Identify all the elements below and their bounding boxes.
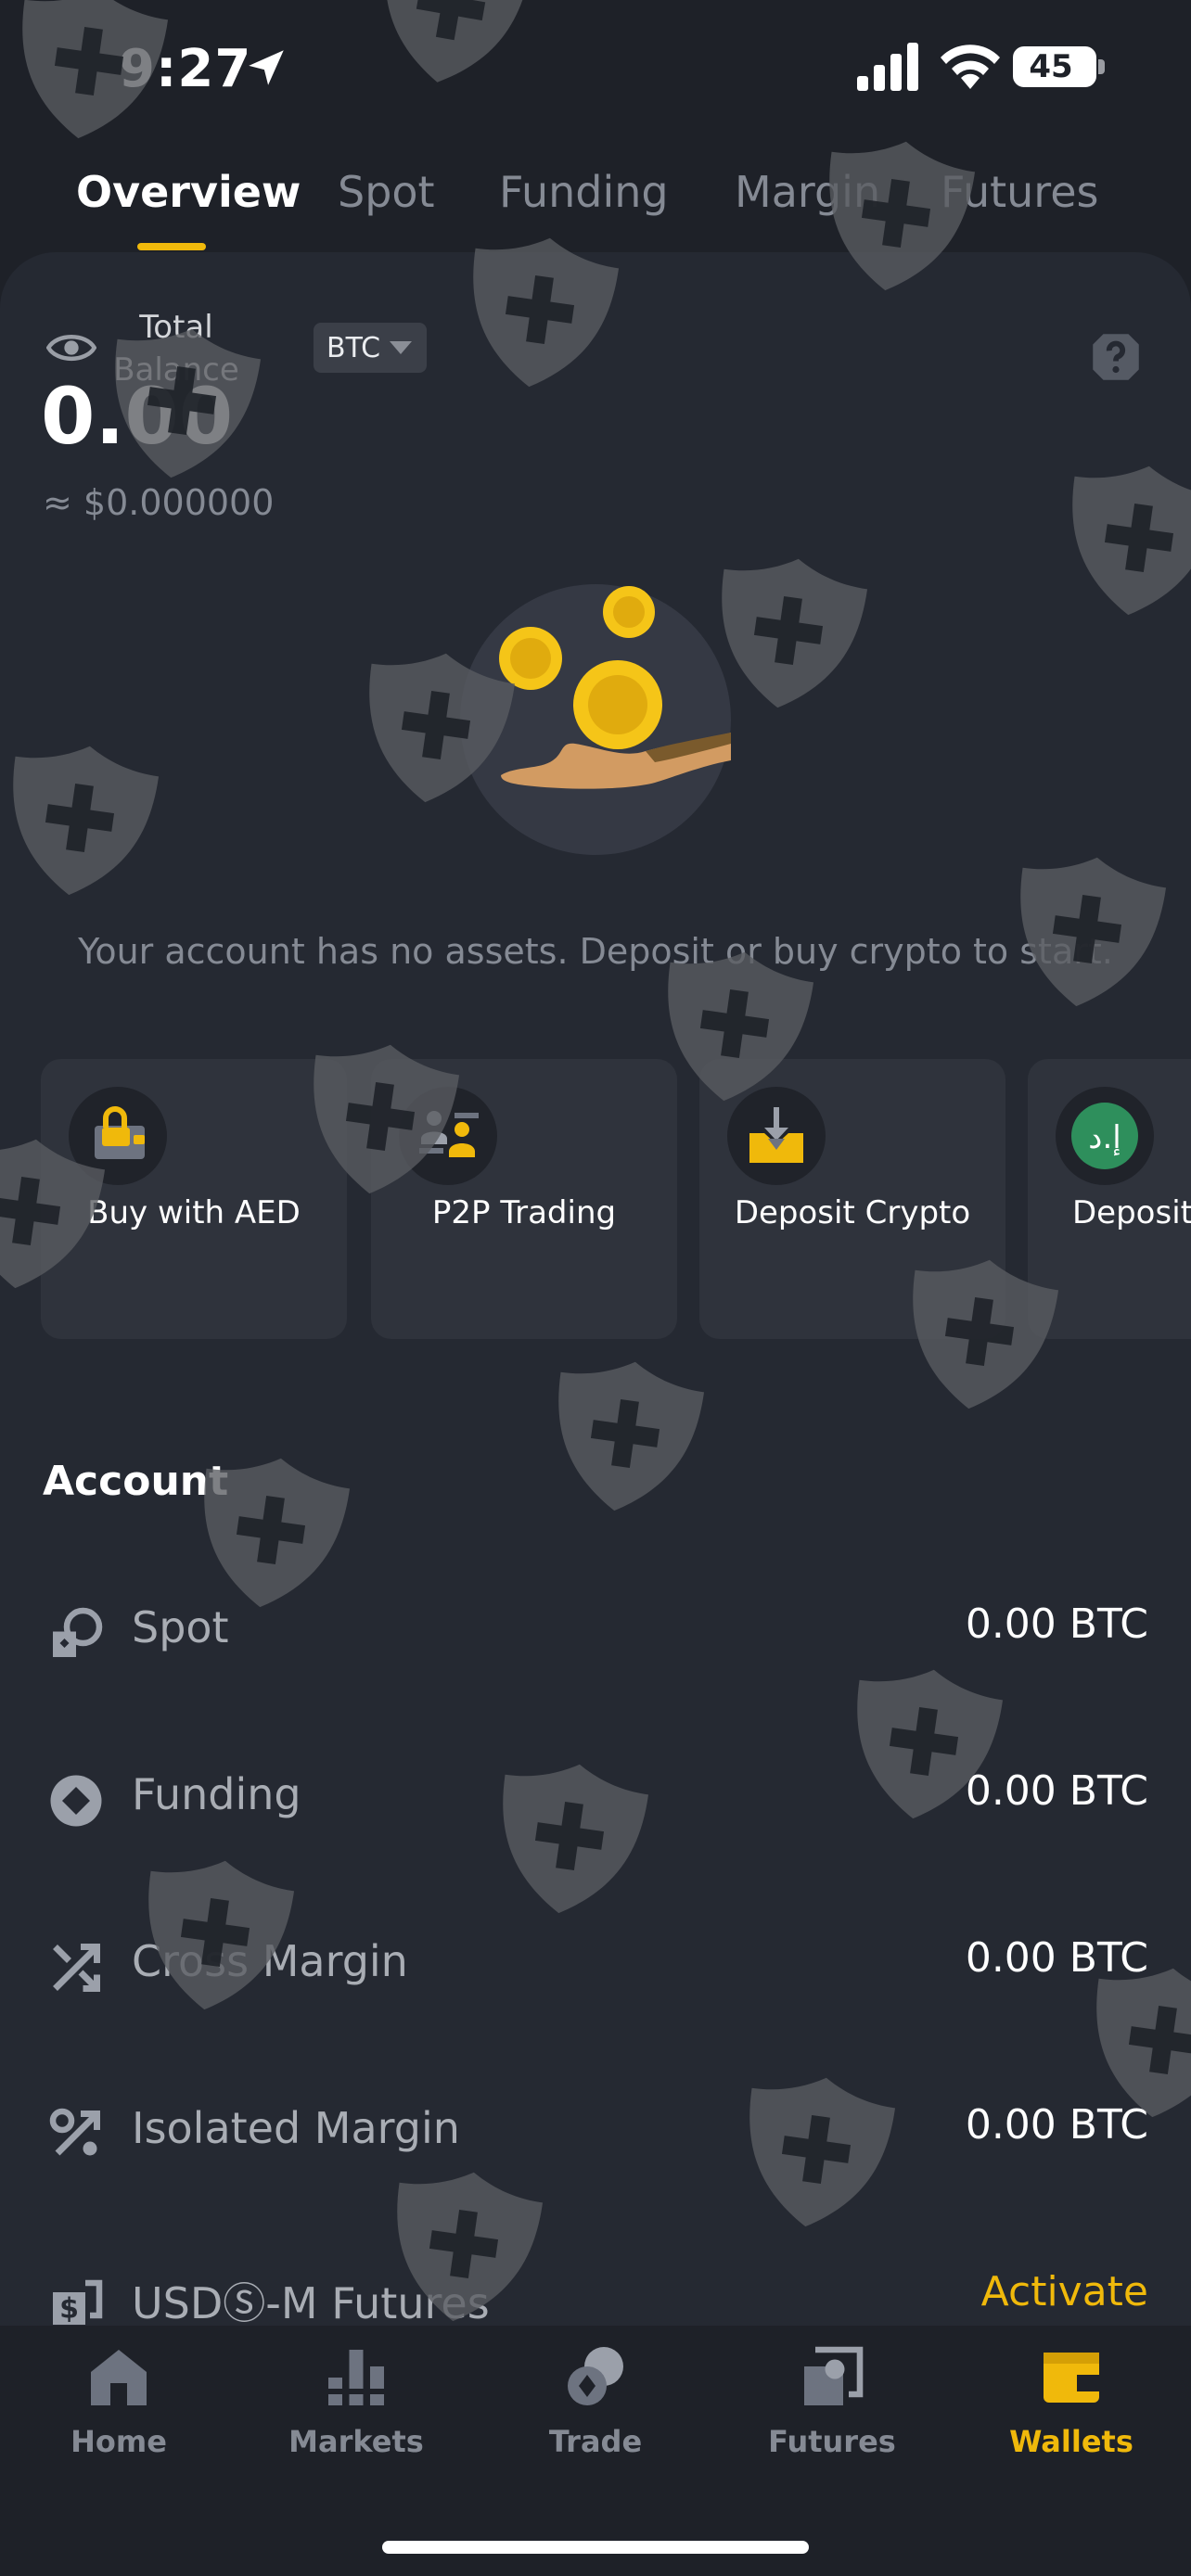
- p2p-users-icon: [399, 1087, 497, 1185]
- account-section-title: Account: [43, 1458, 229, 1505]
- nav-label: Markets: [288, 2424, 424, 2459]
- nav-wallets[interactable]: Wallets: [983, 2344, 1159, 2459]
- account-row-value: 0.00 BTC: [965, 2101, 1148, 2149]
- nav-home[interactable]: Home: [31, 2344, 207, 2459]
- action-label: Buy with AED: [87, 1194, 301, 1231]
- home-icon: [91, 2350, 147, 2405]
- buy-with-aed-button[interactable]: Buy with AED: [41, 1059, 347, 1339]
- trade-icon: [568, 2347, 623, 2405]
- eye-icon[interactable]: [46, 323, 96, 373]
- cellular-signal-icon: [857, 43, 918, 91]
- account-row-label: USDⓈ-M Futures: [132, 2278, 490, 2328]
- chevron-down-icon: [390, 341, 413, 354]
- nav-label: Wallets: [1009, 2424, 1133, 2459]
- tab-overview[interactable]: Overview: [76, 167, 301, 217]
- wallet-screen: 9:27 45 Overview Spot Funding Margin Fut…: [0, 0, 1191, 2576]
- wallet-tabs: Overview Spot Funding Margin Futures: [0, 158, 1191, 260]
- action-label: Deposit Crypto: [734, 1194, 971, 1231]
- empty-state-message: Your account has no assets. Deposit or b…: [78, 931, 1113, 972]
- account-row-isolated-margin[interactable]: Isolated Margin 0.00 BTC: [0, 2085, 1191, 2177]
- account-row-label: Isolated Margin: [132, 2103, 460, 2153]
- deposit-tray-icon: [727, 1087, 826, 1185]
- status-time: 9:27: [119, 39, 252, 99]
- battery-level: 45: [1029, 48, 1073, 85]
- usd-futures-icon: $: [53, 2279, 103, 2326]
- cross-margin-icon: [53, 1944, 100, 1992]
- account-row-label: Cross Margin: [132, 1936, 408, 1986]
- tab-spot[interactable]: Spot: [338, 167, 435, 217]
- svg-text:إ.د: إ.د: [1088, 1119, 1121, 1156]
- currency-selector-label: BTC: [327, 331, 381, 364]
- bottom-navigation: Home Markets Trade Futures Wallets: [0, 2326, 1191, 2576]
- nav-label: Trade: [548, 2424, 643, 2459]
- nav-markets[interactable]: Markets: [268, 2344, 444, 2459]
- empty-wallet-illustration: [460, 584, 731, 855]
- location-arrow-icon: [249, 50, 284, 85]
- account-row-label: Spot: [132, 1602, 229, 1652]
- home-indicator: [382, 2541, 809, 2554]
- isolated-margin-icon: [49, 2108, 100, 2156]
- nav-label: Home: [70, 2424, 167, 2459]
- account-row-value: 0.00 BTC: [965, 1934, 1148, 1982]
- nav-futures[interactable]: Futures: [744, 2344, 920, 2459]
- balance-amount: 0.00: [41, 371, 234, 462]
- active-tab-indicator: [137, 243, 206, 250]
- account-row-funding[interactable]: Funding 0.00 BTC: [0, 1751, 1191, 1843]
- spot-icon: [53, 1607, 103, 1657]
- svg-text:$: $: [59, 2293, 79, 2326]
- wallet-icon: [1044, 2353, 1099, 2403]
- battery-tip: [1098, 59, 1105, 74]
- account-row-label: Funding: [132, 1769, 301, 1819]
- markets-icon: [328, 2350, 384, 2405]
- aed-coin-icon: إ.د: [1056, 1087, 1154, 1185]
- nav-label: Futures: [768, 2424, 896, 2459]
- deposit-aed-button[interactable]: إ.د Deposit: [1028, 1059, 1191, 1339]
- battery-icon: 45: [1013, 46, 1096, 87]
- currency-selector[interactable]: BTC: [314, 323, 427, 373]
- wallet-lock-icon: [69, 1087, 167, 1185]
- help-icon[interactable]: [1091, 332, 1141, 382]
- account-row-value: 0.00 BTC: [965, 1767, 1148, 1815]
- futures-icon: [804, 2346, 864, 2405]
- wifi-icon: [941, 45, 1000, 89]
- account-row-value: 0.00 BTC: [965, 1600, 1148, 1648]
- funding-icon: [50, 1775, 102, 1827]
- status-bar: 9:27 45: [0, 0, 1191, 130]
- tab-funding[interactable]: Funding: [499, 167, 669, 217]
- tab-futures[interactable]: Futures: [941, 167, 1098, 217]
- p2p-trading-button[interactable]: P2P Trading: [371, 1059, 677, 1339]
- action-label: Deposit: [1072, 1194, 1191, 1231]
- balance-fiat: ≈ $0.000000: [43, 482, 275, 523]
- account-row-cross-margin[interactable]: Cross Margin 0.00 BTC: [0, 1918, 1191, 2010]
- account-row-spot[interactable]: Spot 0.00 BTC: [0, 1584, 1191, 1677]
- nav-trade[interactable]: Trade: [507, 2344, 684, 2459]
- hand-coins-icon: [499, 586, 731, 789]
- action-label: P2P Trading: [431, 1194, 617, 1231]
- tab-margin[interactable]: Margin: [735, 167, 880, 217]
- activate-link[interactable]: Activate: [981, 2268, 1148, 2315]
- deposit-crypto-button[interactable]: Deposit Crypto: [699, 1059, 1005, 1339]
